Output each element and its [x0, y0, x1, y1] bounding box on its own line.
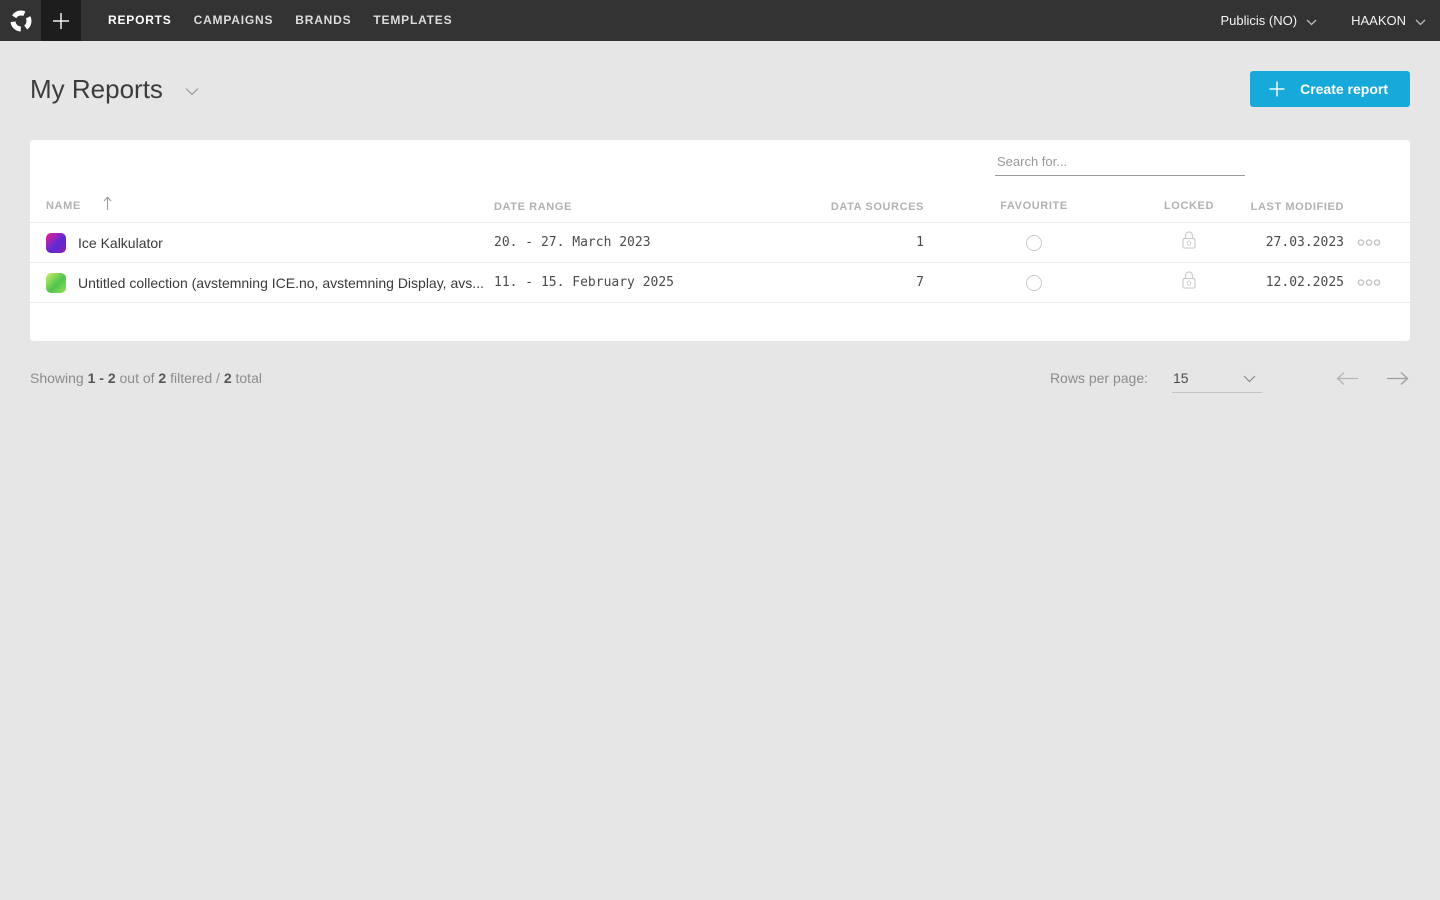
- rows-per-page-select[interactable]: 15: [1172, 363, 1262, 393]
- previous-page-button[interactable]: [1335, 371, 1360, 386]
- filtered-count: 2: [158, 370, 166, 386]
- sort-ascending-icon: [103, 196, 112, 216]
- page-title: My Reports: [30, 74, 163, 105]
- app-logo[interactable]: [0, 0, 41, 41]
- top-navigation-bar: REPORTS CAMPAIGNS BRANDS TEMPLATES Publi…: [0, 0, 1440, 41]
- row-menu-icon[interactable]: [1357, 234, 1381, 252]
- report-date-range: 11. - 15. February 2025: [494, 275, 804, 290]
- report-last-modified: 12.02.2025: [1234, 275, 1344, 290]
- add-button[interactable]: [41, 0, 81, 41]
- report-thumbnail-icon: [46, 233, 66, 253]
- report-name[interactable]: Ice Kalkulator: [78, 235, 163, 251]
- favourite-toggle[interactable]: [1026, 275, 1042, 291]
- search-field-wrap: [995, 146, 1245, 176]
- next-page-button[interactable]: [1385, 371, 1410, 386]
- column-header-date-range[interactable]: Date range: [494, 201, 572, 213]
- table-body: Ice Kalkulator 20. - 27. March 2023 1 27…: [30, 222, 1410, 341]
- footer-controls: Rows per page: 15: [1050, 363, 1410, 393]
- rows-per-page-value: 15: [1173, 370, 1189, 386]
- create-report-button[interactable]: Create report: [1250, 71, 1410, 107]
- column-header-data-sources[interactable]: Data sources: [831, 201, 924, 213]
- page-header: My Reports Create report: [30, 71, 1410, 107]
- report-thumbnail-icon: [46, 273, 66, 293]
- nav-right-group: Publicis (NO) HAAKON: [1221, 12, 1440, 29]
- search-input[interactable]: [995, 146, 1245, 176]
- total-label: total: [236, 370, 262, 386]
- table-row[interactable]: Untitled collection (avstemning ICE.no, …: [30, 262, 1410, 302]
- workspace-label: Publicis (NO): [1221, 13, 1298, 28]
- showing-label: Showing: [30, 370, 84, 386]
- report-data-sources-count: 7: [804, 275, 924, 290]
- table-header-row: Name Date range Data sources Favourite L…: [30, 190, 1410, 222]
- pagination: [1335, 371, 1410, 386]
- lock-icon[interactable]: [1180, 270, 1198, 295]
- plus-icon: [1268, 80, 1286, 98]
- favourite-toggle[interactable]: [1026, 235, 1042, 251]
- workspace-selector[interactable]: Publicis (NO): [1221, 12, 1318, 29]
- nav-item-campaigns[interactable]: CAMPAIGNS: [183, 0, 285, 41]
- column-header-favourite[interactable]: Favourite: [1000, 200, 1068, 212]
- main-nav-links: REPORTS CAMPAIGNS BRANDS TEMPLATES: [97, 0, 463, 41]
- chevron-down-icon[interactable]: [185, 83, 199, 101]
- app-logo-icon: [9, 9, 33, 33]
- table-row[interactable]: Ice Kalkulator 20. - 27. March 2023 1 27…: [30, 222, 1410, 262]
- results-summary: Showing 1 - 2 out of 2 filtered / 2 tota…: [30, 370, 262, 386]
- report-name[interactable]: Untitled collection (avstemning ICE.no, …: [78, 275, 484, 291]
- rows-per-page-label: Rows per page:: [1050, 370, 1148, 386]
- chevron-down-icon: [1306, 14, 1317, 29]
- row-menu-icon[interactable]: [1357, 274, 1381, 292]
- showing-range: 1 - 2: [88, 370, 116, 386]
- lock-icon[interactable]: [1180, 230, 1198, 255]
- column-header-name-label: Name: [46, 200, 81, 212]
- report-date-range: 20. - 27. March 2023: [494, 235, 804, 250]
- column-header-locked[interactable]: Locked: [1164, 200, 1214, 212]
- empty-filler-row: [30, 302, 1410, 341]
- chevron-down-icon: [1415, 14, 1426, 29]
- column-header-name[interactable]: Name: [46, 196, 494, 216]
- table-footer: Showing 1 - 2 out of 2 filtered / 2 tota…: [30, 362, 1410, 394]
- nav-item-templates[interactable]: TEMPLATES: [362, 0, 463, 41]
- reports-table-card: Name Date range Data sources Favourite L…: [30, 140, 1410, 341]
- column-header-last-modified[interactable]: Last modified: [1251, 201, 1344, 213]
- total-count: 2: [224, 370, 232, 386]
- nav-item-reports[interactable]: REPORTS: [97, 0, 183, 41]
- report-data-sources-count: 1: [804, 235, 924, 250]
- chevron-down-icon: [1243, 370, 1256, 386]
- nav-item-brands[interactable]: BRANDS: [284, 0, 362, 41]
- page-title-group[interactable]: My Reports: [30, 74, 199, 105]
- report-last-modified: 27.03.2023: [1234, 235, 1344, 250]
- user-label: HAAKON: [1351, 13, 1406, 28]
- user-menu[interactable]: HAAKON: [1351, 12, 1426, 29]
- create-report-label: Create report: [1300, 81, 1388, 97]
- out-of-label: out of: [120, 370, 155, 386]
- plus-icon: [51, 11, 71, 31]
- filtered-label: filtered /: [170, 370, 220, 386]
